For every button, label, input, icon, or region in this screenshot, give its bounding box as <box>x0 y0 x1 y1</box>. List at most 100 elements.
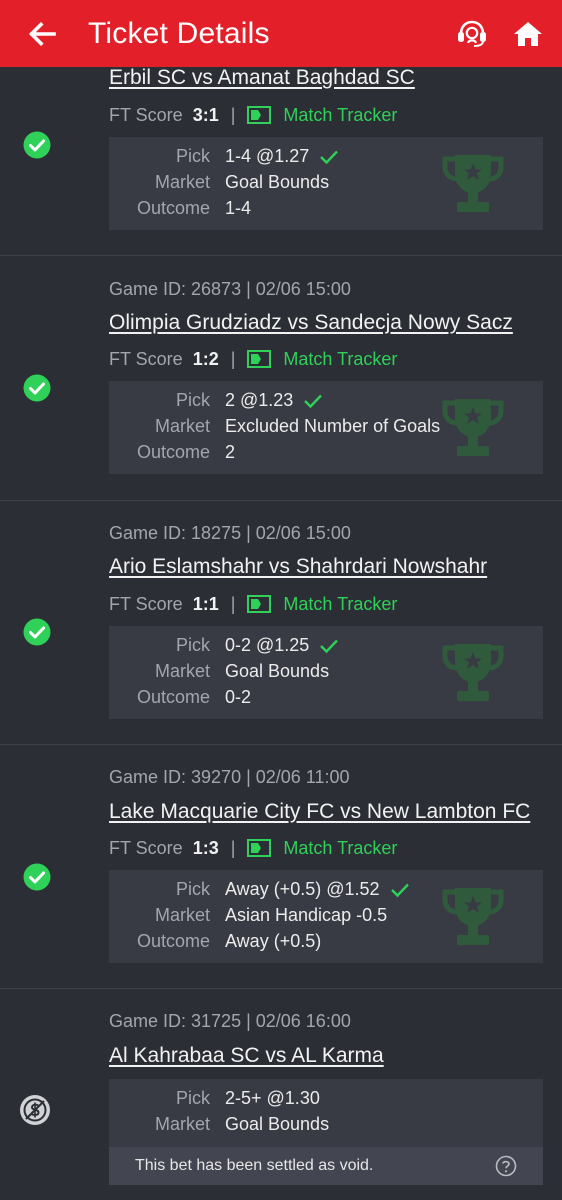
pick-value: 0-2 @1.25 <box>225 635 310 655</box>
game-id-line: Game ID: 18275 | 02/06 15:00 <box>109 523 351 543</box>
outcome-label: Outcome <box>136 198 210 218</box>
market-value: Goal Bounds <box>225 661 330 681</box>
checkmark-icon <box>304 394 323 408</box>
check-circle-icon <box>23 618 51 646</box>
pick-label: Pick <box>175 390 210 410</box>
pick-row: Pick 2-5+ @1.30 <box>109 1088 543 1114</box>
ft-score-label: FT Score <box>109 104 183 125</box>
headset-icon <box>458 20 486 47</box>
pick-value: 1-4 @1.27 <box>225 146 310 166</box>
market-value: Asian Handicap -0.5 <box>225 905 388 925</box>
home-icon <box>514 21 542 46</box>
pick-value: Away (+0.5) @1.52 <box>225 879 380 899</box>
void-notice-bar: This bet has been settled as void. <box>109 1147 543 1185</box>
pick-details-box: Pick Away (+0.5) @1.52 Market Asian Handic… <box>109 870 543 963</box>
selection-card: Game ID: 39270 | 02/06 11:00 Lake Macqua… <box>0 745 562 989</box>
void-notice-text: This bet has been settled as void. <box>135 1157 374 1174</box>
check-circle-icon <box>23 374 51 402</box>
market-value: Goal Bounds <box>225 172 330 192</box>
page-title: Ticket Details <box>88 16 270 50</box>
match-teams-link[interactable]: Erbil SC vs Amanat Baghdad SC <box>109 66 415 90</box>
score-row: FT Score 1:1 | Match Tracker <box>109 592 397 616</box>
market-row: Market Goal Bounds <box>109 1114 543 1140</box>
home-button[interactable] <box>500 0 556 67</box>
outcome-value: Away (+0.5) <box>225 931 322 951</box>
match-teams-link[interactable]: Lake Macquarie City FC vs New Lambton FC <box>109 800 530 824</box>
tracker-icon <box>247 350 272 368</box>
check-circle-icon <box>23 863 51 891</box>
pick-details-box: Pick 1-4 @1.27 Market Goal Bounds Outcome 1… <box>109 137 543 230</box>
ft-score-value: 3:1 <box>192 104 219 125</box>
checkmark-icon <box>320 150 339 164</box>
ft-score-label: FT Score <box>109 837 183 858</box>
match-teams-link[interactable]: Olimpia Grudziadz vs Sandecja Nowy Sacz <box>109 311 513 335</box>
market-label: Market <box>154 1114 210 1134</box>
arrow-left-icon <box>28 21 56 46</box>
market-label: Market <box>154 416 210 436</box>
pick-details-box: Pick 2 @1.23 Market Excluded Number of Goa… <box>109 381 543 474</box>
outcome-label: Outcome <box>136 687 210 707</box>
pick-label: Pick <box>175 879 210 899</box>
ft-score-label: FT Score <box>109 593 183 614</box>
match-tracker-link[interactable]: Match Tracker <box>247 349 397 370</box>
outcome-label: Outcome <box>136 931 210 951</box>
trophy-icon <box>442 155 504 212</box>
market-label: Market <box>154 661 210 681</box>
score-row: FT Score 1:2 | Match Tracker <box>109 347 397 371</box>
separator: | <box>230 104 236 125</box>
ft-score-value: 1:2 <box>192 348 219 369</box>
pick-details-box: Pick 0-2 @1.25 Market Goal Bounds Outcome 0… <box>109 626 543 719</box>
void-coin-icon <box>20 1095 50 1125</box>
checkmark-icon <box>320 639 339 653</box>
tracker-icon <box>247 106 272 124</box>
match-teams-link[interactable]: Ario Eslamshahr vs Shahrdari Nowshahr <box>109 555 487 579</box>
game-id-line: Game ID: 26873 | 02/06 15:00 <box>109 279 351 299</box>
checkmark-icon <box>390 883 409 897</box>
game-id-line: Game ID: 39270 | 02/06 11:00 <box>109 767 350 787</box>
check-circle-icon <box>23 131 51 159</box>
match-teams-link[interactable]: Al Kahrabaa SC vs AL Karma <box>109 1044 384 1068</box>
market-value: Goal Bounds <box>225 1114 330 1134</box>
question-circle-icon[interactable] <box>495 1155 517 1177</box>
trophy-icon <box>442 644 504 701</box>
pick-value: 2-5+ @1.30 <box>225 1088 320 1108</box>
score-row: FT Score 1:3 | Match Tracker <box>109 836 397 860</box>
outcome-label: Outcome <box>136 442 210 462</box>
app-header: Ticket Details <box>0 0 562 67</box>
outcome-value: 2 <box>225 442 236 462</box>
match-tracker-label: Match Tracker <box>283 104 398 125</box>
market-label: Market <box>154 172 210 192</box>
selection-card: Game ID: 31725 | 02/06 16:00 Al Kahrabaa… <box>0 989 562 1200</box>
match-tracker-label: Match Tracker <box>283 348 398 369</box>
match-tracker-label: Match Tracker <box>283 837 398 858</box>
pick-label: Pick <box>175 635 210 655</box>
match-tracker-link[interactable]: Match Tracker <box>247 105 397 126</box>
separator: | <box>230 593 236 614</box>
tracker-icon <box>247 595 272 613</box>
pick-details-box: Pick 2-5+ @1.30 Market Goal Bounds <box>109 1079 543 1147</box>
market-label: Market <box>154 905 210 925</box>
separator: | <box>230 348 236 369</box>
pick-label: Pick <box>175 1088 210 1108</box>
ft-score-label: FT Score <box>109 348 183 369</box>
match-tracker-label: Match Tracker <box>283 593 398 614</box>
selection-card: Game ID: 18275 | 02/06 15:00 Ario Eslams… <box>0 501 562 745</box>
match-tracker-link[interactable]: Match Tracker <box>247 838 397 859</box>
trophy-icon <box>442 399 504 456</box>
market-value: Excluded Number of Goals <box>225 416 441 436</box>
game-id-line: Game ID: 31725 | 02/06 16:00 <box>109 1011 351 1031</box>
ft-score-value: 1:1 <box>192 593 219 614</box>
separator: | <box>230 837 236 858</box>
pick-value: 2 @1.23 <box>225 390 294 410</box>
ft-score-value: 1:3 <box>192 837 219 858</box>
score-row: FT Score 3:1 | Match Tracker <box>109 103 397 127</box>
match-tracker-link[interactable]: Match Tracker <box>247 594 397 615</box>
outcome-value: 1-4 <box>225 198 252 218</box>
selection-card: Game ID: 26873 | 02/06 15:00 Olimpia Gru… <box>0 256 562 501</box>
trophy-icon <box>442 888 504 945</box>
outcome-value: 0-2 <box>225 687 252 707</box>
support-button[interactable] <box>444 0 500 67</box>
back-button[interactable] <box>0 0 88 67</box>
tracker-icon <box>247 839 272 857</box>
pick-label: Pick <box>175 146 210 166</box>
